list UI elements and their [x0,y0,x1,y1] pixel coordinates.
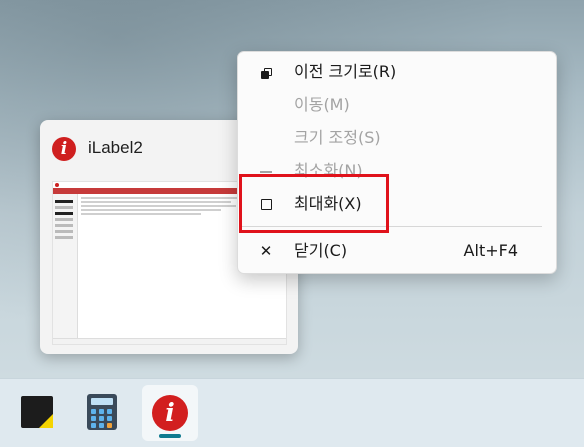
active-app-indicator [159,434,181,438]
menu-item-size[interactable]: 크기 조정(S) [238,122,556,154]
thumbnail-title: iLabel2 [88,138,143,157]
calculator-icon [87,394,117,430]
taskbar-button-calculator[interactable] [74,385,130,441]
taskbar-button-sticky-notes[interactable] [10,385,66,441]
menu-item-label: 크기 조정(S) [294,128,381,147]
ilabel-app-icon: i [52,137,76,161]
restore-icon [261,68,272,79]
menu-item-restore[interactable]: 이전 크기로(R) [238,56,556,88]
shortcut-label: Alt+F4 [463,241,518,260]
taskbar-button-ilabel[interactable]: i [142,385,198,441]
window-context-menu: 이전 크기로(R) 이동(M) 크기 조정(S) 최소화(N) 최대화(X) ✕… [237,51,557,274]
sticky-notes-icon [21,396,53,428]
menu-item-label: 이동(M) [294,95,350,114]
ilabel-app-icon: i [152,395,188,431]
menu-item-move[interactable]: 이동(M) [238,89,556,121]
menu-item-close[interactable]: ✕ 닫기(C) Alt+F4 [238,235,556,267]
minimize-icon [260,171,272,173]
menu-item-label: 이전 크기로(R) [294,62,397,81]
highlight-box [239,174,389,233]
taskbar: i [0,378,584,447]
close-icon: ✕ [259,242,273,260]
menu-item-label: 닫기(C) [294,241,348,260]
